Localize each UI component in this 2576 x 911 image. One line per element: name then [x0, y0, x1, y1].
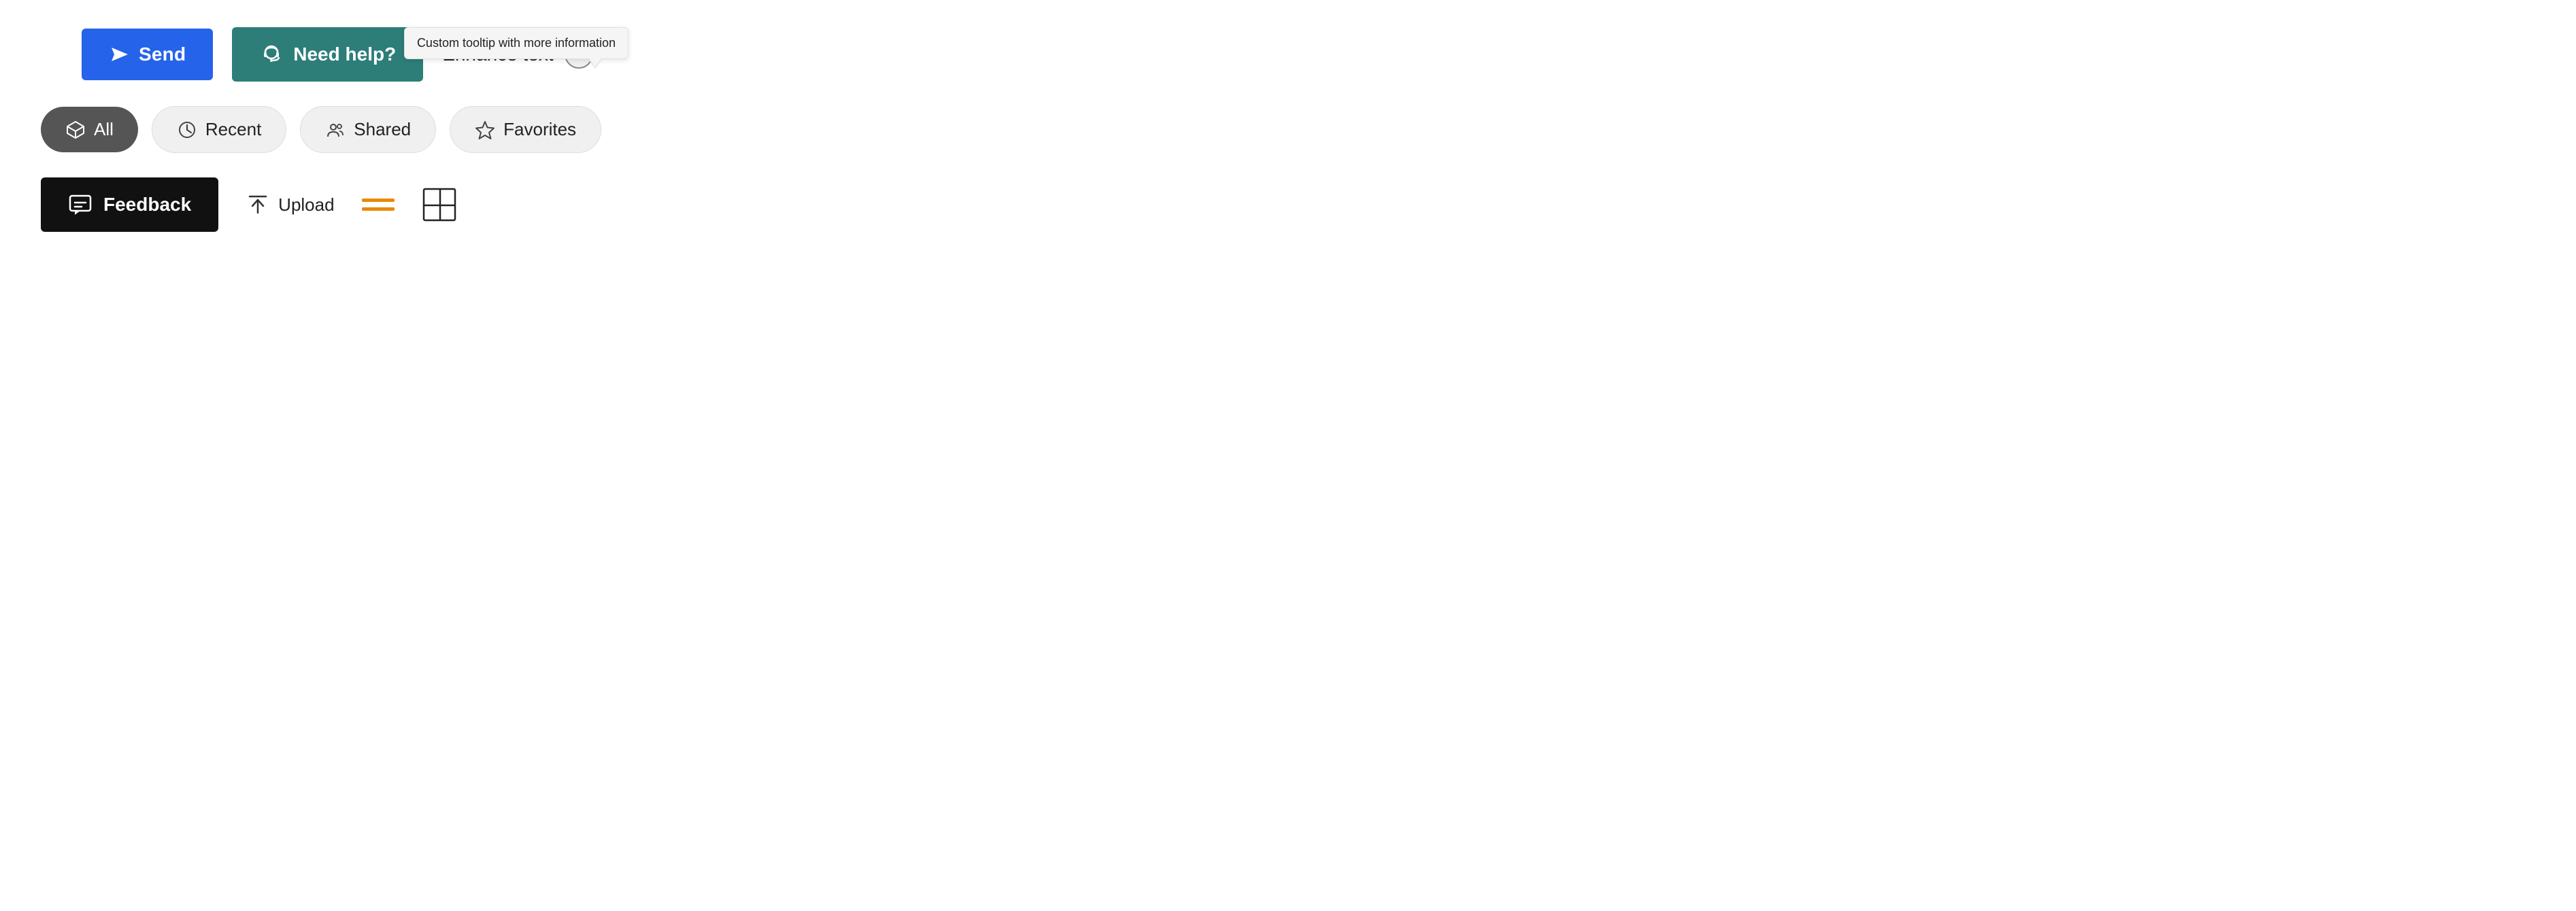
list-view-icon[interactable] [362, 199, 395, 211]
pill-shared[interactable]: Shared [300, 106, 436, 153]
star-icon [475, 120, 495, 140]
need-help-label: Need help? [293, 44, 396, 65]
row2-pills: All Recent Shared Fa [41, 106, 601, 153]
send-icon [109, 44, 131, 65]
pill-favorites[interactable]: Favorites [450, 106, 601, 153]
orange-line-2 [362, 207, 395, 211]
people-icon [325, 120, 346, 140]
orange-line-1 [362, 199, 395, 202]
headset-icon [259, 42, 284, 67]
upload-icon [246, 192, 270, 217]
send-button[interactable]: Send [82, 29, 213, 80]
main-container: Custom tooltip with more information Sen… [41, 27, 601, 232]
cube-icon [65, 120, 86, 140]
feedback-label: Feedback [103, 194, 191, 216]
upload-group[interactable]: Upload [246, 192, 334, 217]
tooltip-text: Custom tooltip with more information [417, 36, 616, 50]
upload-label: Upload [278, 194, 334, 216]
pill-all[interactable]: All [41, 107, 138, 152]
row3: Feedback Upload [41, 177, 601, 232]
tooltip-tail [589, 59, 601, 69]
pill-all-label: All [94, 119, 114, 140]
pill-shared-label: Shared [354, 119, 411, 140]
send-label: Send [139, 44, 186, 65]
pill-recent[interactable]: Recent [152, 106, 286, 153]
tooltip-container: Custom tooltip with more information [404, 27, 629, 69]
feedback-button[interactable]: Feedback [41, 177, 218, 232]
pill-recent-label: Recent [205, 119, 261, 140]
feedback-icon [68, 192, 93, 217]
grid-view-icon[interactable] [422, 187, 457, 222]
tooltip-box: Custom tooltip with more information [404, 27, 629, 59]
clock-icon [177, 120, 197, 140]
need-help-button[interactable]: Need help? [232, 27, 423, 82]
pill-favorites-label: Favorites [503, 119, 576, 140]
